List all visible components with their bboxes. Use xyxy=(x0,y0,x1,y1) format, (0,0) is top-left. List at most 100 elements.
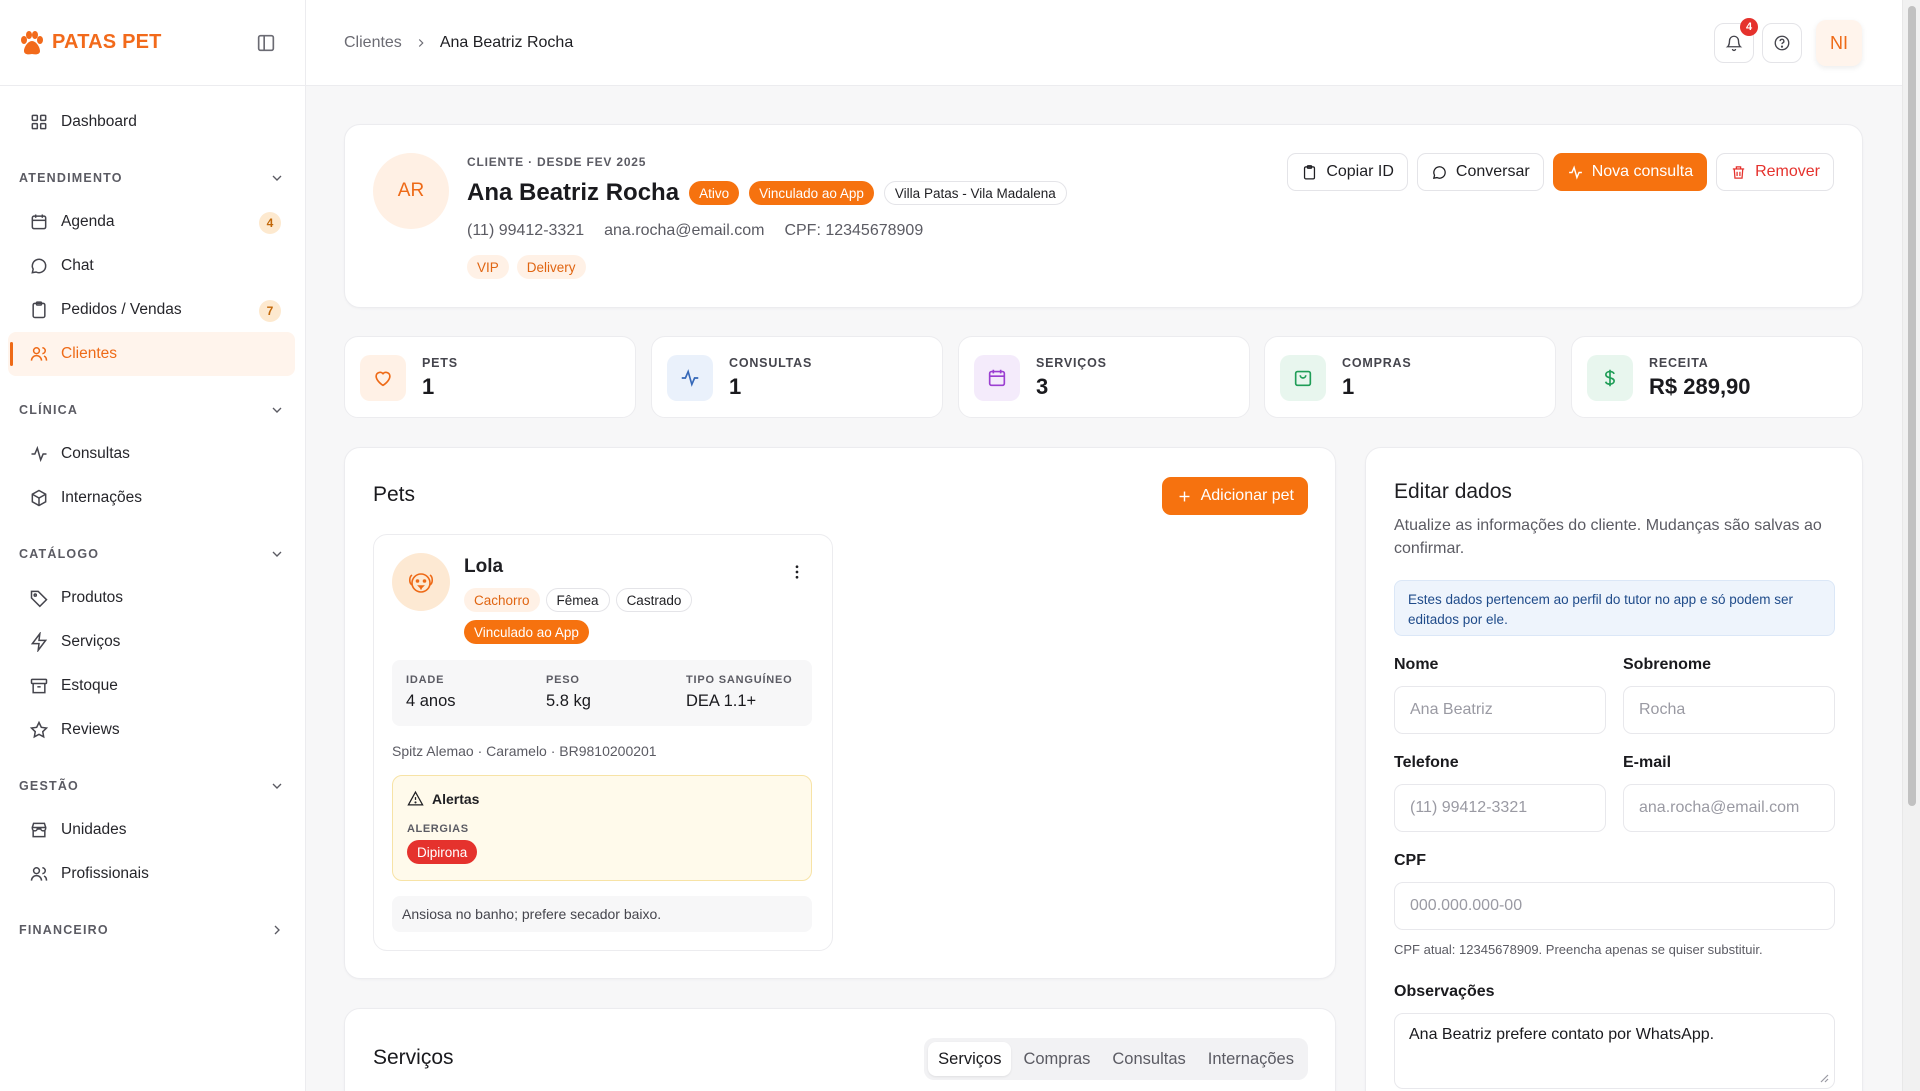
stat-icon-box xyxy=(1280,355,1326,401)
button-label: Copiar ID xyxy=(1326,163,1394,180)
section-financeiro[interactable]: FINANCEIRO xyxy=(0,908,305,952)
help-button[interactable] xyxy=(1762,23,1802,63)
count-badge: 7 xyxy=(259,300,281,322)
sidebar-item-reviews[interactable]: Reviews xyxy=(8,708,295,752)
stat-label: SERVIÇOS xyxy=(1036,356,1107,370)
sidebar-item-label: Reviews xyxy=(61,721,120,738)
chat-bubble-icon xyxy=(1432,165,1446,179)
sobrenome-input[interactable] xyxy=(1623,686,1835,734)
tab-consultas[interactable]: Consultas xyxy=(1102,1042,1195,1076)
stat-icon-box xyxy=(1587,355,1633,401)
stat-value: R$ 289,90 xyxy=(1649,374,1751,399)
sidebar-item-servicos[interactable]: Serviços xyxy=(8,620,295,664)
add-pet-button[interactable]: Adicionar pet xyxy=(1161,477,1308,515)
remove-button[interactable]: Remover xyxy=(1716,153,1834,191)
edit-info-notice: Estes dados pertencem ao perfil do tutor… xyxy=(1394,580,1835,636)
sidebar-item-unidades[interactable]: Unidades xyxy=(8,808,295,852)
chevron-right-icon xyxy=(418,38,424,47)
notifications-button[interactable]: 4 xyxy=(1714,18,1758,63)
sidebar-item-label: Internações xyxy=(61,489,142,506)
client-name-row: Ana Beatriz Rocha Ativo Vinculado ao App… xyxy=(467,179,1067,207)
sidebar-toggle-icon[interactable] xyxy=(255,32,277,54)
tag-vip: VIP xyxy=(467,255,509,279)
stat-label: CONSULTAS xyxy=(729,356,813,370)
section-gestao[interactable]: GESTÃO xyxy=(0,764,305,808)
nome-input[interactable] xyxy=(1394,686,1606,734)
pet-stat-weight: PESO 5.8 kg xyxy=(532,660,672,726)
resize-handle-icon[interactable] xyxy=(1819,1073,1829,1083)
count-badge: 4 xyxy=(259,212,281,234)
section-clinica[interactable]: CLÍNICA xyxy=(0,388,305,432)
sidebar-item-agenda[interactable]: Agenda 4 xyxy=(8,200,295,244)
sidebar-item-chat[interactable]: Chat xyxy=(8,244,295,288)
dog-icon xyxy=(408,573,434,593)
tab-compras[interactable]: Compras xyxy=(1013,1042,1100,1076)
edit-title: Editar dados xyxy=(1394,480,1512,503)
box-icon xyxy=(31,489,47,507)
pet-stat-blood-type: TIPO SANGUÍNEO DEA 1.1+ xyxy=(672,660,812,726)
section-atendimento[interactable]: ATENDIMENTO xyxy=(0,156,305,200)
observacoes-textarea[interactable]: Ana Beatriz prefere contato por WhatsApp… xyxy=(1394,1013,1835,1089)
notification-count-badge: 4 xyxy=(1740,18,1758,36)
pet-card[interactable]: Lola Cachorro Fêmea Castrado Vinculado a… xyxy=(373,534,833,951)
edit-subtitle: Atualize as informações do cliente. Muda… xyxy=(1394,517,1822,557)
sidebar-item-clientes[interactable]: Clientes xyxy=(8,332,295,376)
cpf-input[interactable] xyxy=(1394,882,1835,930)
stat-card-servicos: SERVIÇOS 3 xyxy=(958,336,1250,418)
more-vertical-icon[interactable] xyxy=(788,563,806,581)
observacoes-value: Ana Beatriz prefere contato por WhatsApp… xyxy=(1409,1026,1715,1043)
sidebar-item-internacoes[interactable]: Internações xyxy=(8,476,295,520)
section-catalogo[interactable]: CATÁLOGO xyxy=(0,532,305,576)
pet-stat-label: PESO xyxy=(546,674,580,686)
app-link-badge: Vinculado ao App xyxy=(464,620,589,644)
activity-icon xyxy=(1568,164,1582,180)
tab-servicos[interactable]: Serviços xyxy=(928,1042,1012,1076)
chat-button[interactable]: Conversar xyxy=(1416,153,1544,191)
chevron-down-icon xyxy=(272,783,282,789)
stat-label: COMPRAS xyxy=(1342,356,1412,370)
sidebar-item-consultas[interactable]: Consultas xyxy=(8,432,295,476)
activity-icon xyxy=(31,445,47,463)
allergy-list: Dipirona xyxy=(407,840,478,864)
new-consultation-button[interactable]: Nova consulta xyxy=(1552,153,1708,191)
stat-card-consultas: CONSULTAS 1 xyxy=(651,336,943,418)
sex-badge: Fêmea xyxy=(545,588,610,612)
star-icon xyxy=(29,720,49,739)
sidebar-item-dashboard[interactable]: Dashboard xyxy=(8,100,295,144)
breadcrumb-clientes-link[interactable]: Clientes xyxy=(344,34,402,52)
email-input[interactable] xyxy=(1623,784,1835,832)
sidebar-item-label: Dashboard xyxy=(61,113,137,130)
sidebar-item-produtos[interactable]: Produtos xyxy=(8,576,295,620)
sidebar-item-estoque[interactable]: Estoque xyxy=(8,664,295,708)
stat-value: 1 xyxy=(729,374,742,399)
section-label: ATENDIMENTO xyxy=(19,171,123,185)
alerts-title-text: Alertas xyxy=(432,790,480,807)
brand-header: PATAS PET xyxy=(0,0,305,86)
copy-id-button[interactable]: Copiar ID xyxy=(1287,153,1408,191)
tag-delivery: Delivery xyxy=(516,255,586,279)
lightning-icon xyxy=(30,632,48,652)
section-label: FINANCEIRO xyxy=(19,923,109,937)
scrollbar-thumb[interactable] xyxy=(1908,6,1916,806)
tab-internacoes[interactable]: Internações xyxy=(1198,1042,1304,1076)
users-icon xyxy=(30,867,48,881)
breadcrumb-current: Ana Beatriz Rocha xyxy=(439,33,574,51)
store-icon xyxy=(31,822,47,838)
cpf-label: CPF xyxy=(1394,852,1426,869)
page-scrollbar[interactable] xyxy=(1902,0,1920,1091)
telefone-input[interactable] xyxy=(1394,784,1606,832)
sidebar-item-profissionais[interactable]: Profissionais xyxy=(8,852,295,896)
sidebar-item-label: Agenda xyxy=(61,213,115,230)
sidebar-nav: Dashboard ATENDIMENTO Agenda 4 Chat Pedi… xyxy=(0,86,305,952)
client-email: ana.rocha@email.com xyxy=(604,222,765,239)
section-label: CLÍNICA xyxy=(19,403,79,417)
sidebar-item-label: Consultas xyxy=(61,445,130,462)
stat-value: 1 xyxy=(1342,374,1355,399)
brand-logo[interactable]: PATAS PET xyxy=(18,30,162,56)
stat-card-receita: RECEITA R$ 289,90 xyxy=(1571,336,1863,418)
chevron-down-icon xyxy=(272,175,282,181)
heart-icon xyxy=(375,371,391,387)
sidebar-item-pedidos[interactable]: Pedidos / Vendas 7 xyxy=(8,288,295,332)
user-avatar-button[interactable]: NI xyxy=(1816,20,1862,66)
pet-breed-line: Spitz Alemao · Caramelo · BR9810200201 xyxy=(392,743,657,759)
